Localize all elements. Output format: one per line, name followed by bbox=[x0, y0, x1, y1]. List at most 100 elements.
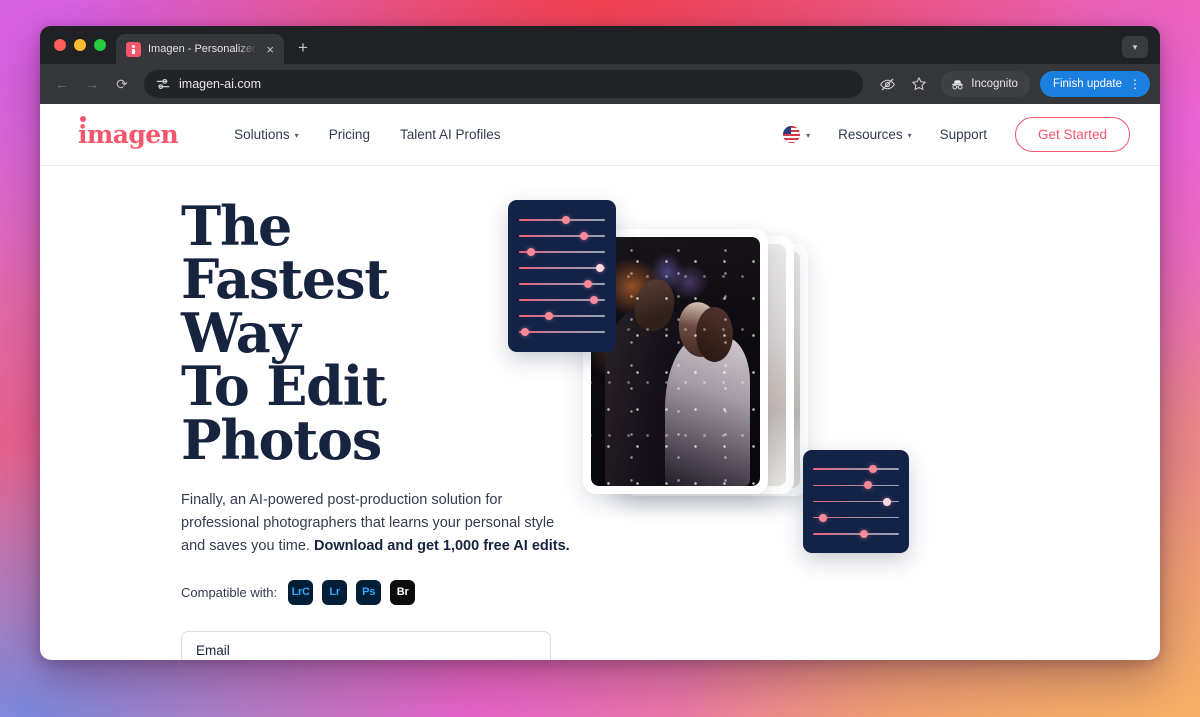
logo-dot-icon bbox=[80, 116, 86, 122]
headline-line-2: To Edit Photos bbox=[181, 354, 387, 472]
slider-knob[interactable] bbox=[545, 312, 554, 320]
browser-menu-icon[interactable]: ⋮ bbox=[1129, 78, 1141, 90]
imagen-favicon-icon bbox=[126, 41, 141, 57]
us-flag-icon bbox=[783, 126, 801, 143]
browser-tab[interactable]: Imagen - Personalized AI Pho × bbox=[116, 34, 284, 64]
lightroom-badge-icon: Lr bbox=[322, 579, 348, 605]
slider-knob[interactable] bbox=[580, 232, 589, 240]
incognito-hat-icon bbox=[952, 79, 964, 89]
minimize-window-button[interactable] bbox=[74, 39, 86, 51]
slider-knob[interactable] bbox=[819, 513, 828, 522]
compatible-with-label: Compatible with: bbox=[181, 584, 278, 600]
eye-off-icon[interactable] bbox=[873, 70, 901, 98]
slider-knob[interactable] bbox=[562, 216, 571, 224]
chevron-down-icon: ▾ bbox=[806, 131, 811, 140]
incognito-indicator[interactable]: Incognito bbox=[941, 71, 1030, 97]
site-header: imagen Solutions ▾ Pricing Talent AI Pro… bbox=[40, 104, 1160, 166]
slider-track bbox=[813, 468, 899, 470]
imagen-logo[interactable]: imagen bbox=[78, 116, 179, 149]
close-window-button[interactable] bbox=[54, 39, 66, 51]
address-bar[interactable]: imagen-ai.com bbox=[144, 70, 864, 98]
slider-row[interactable] bbox=[813, 510, 899, 526]
site-settings-tune-icon[interactable] bbox=[156, 77, 170, 91]
slider-row[interactable] bbox=[519, 228, 605, 244]
slider-track bbox=[519, 331, 605, 333]
bookmark-star-icon[interactable] bbox=[905, 70, 933, 98]
hero-copy: The Fastest Way To Edit Photos Finally, … bbox=[78, 199, 570, 660]
photoshop-badge-icon: Ps bbox=[356, 579, 382, 605]
chevron-down-icon: ▾ bbox=[907, 131, 912, 140]
slider-row[interactable] bbox=[813, 493, 899, 509]
bridge-badge-icon: Br bbox=[390, 579, 416, 605]
nav-item-pricing[interactable]: Pricing bbox=[329, 127, 370, 142]
maximize-window-button[interactable] bbox=[94, 39, 106, 51]
page-title: The Fastest Way To Edit Photos bbox=[181, 199, 508, 467]
slider-row[interactable] bbox=[519, 292, 605, 308]
new-tab-button[interactable]: + bbox=[284, 39, 320, 64]
bokeh-overlay bbox=[591, 237, 760, 486]
window-traffic-lights bbox=[40, 26, 116, 64]
finish-update-button[interactable]: Finish update ⋮ bbox=[1039, 71, 1150, 97]
finish-update-label: Finish update bbox=[1052, 78, 1122, 90]
slider-row[interactable] bbox=[519, 212, 605, 228]
slider-track bbox=[519, 267, 605, 269]
nav-item-support-label: Support bbox=[939, 127, 987, 142]
slider-row[interactable] bbox=[519, 276, 605, 292]
slider-knob[interactable] bbox=[521, 328, 530, 336]
page-viewport: imagen Solutions ▾ Pricing Talent AI Pro… bbox=[40, 104, 1160, 660]
slider-knob[interactable] bbox=[859, 529, 868, 538]
nav-item-resources[interactable]: Resources ▾ bbox=[838, 127, 912, 142]
slider-row[interactable] bbox=[519, 308, 605, 324]
nav-item-solutions[interactable]: Solutions ▾ bbox=[234, 127, 299, 142]
tab-search-chevron-down-icon[interactable]: ▾ bbox=[1122, 36, 1148, 58]
slider-track bbox=[519, 283, 605, 285]
email-input[interactable] bbox=[181, 630, 551, 660]
logo-text: imagen bbox=[78, 120, 179, 149]
slider-track bbox=[519, 315, 605, 317]
slider-row[interactable] bbox=[813, 477, 899, 493]
editing-sliders-panel-bottom bbox=[803, 450, 909, 553]
browser-window: Imagen - Personalized AI Pho × + ▾ ← → ⟳… bbox=[40, 26, 1160, 660]
toolbar-actions: Incognito Finish update ⋮ bbox=[873, 70, 1150, 98]
language-selector[interactable]: ▾ bbox=[783, 126, 810, 143]
editing-sliders-panel-top bbox=[508, 200, 616, 352]
slider-row[interactable] bbox=[519, 244, 605, 260]
nav-item-talent-ai-profiles[interactable]: Talent AI Profiles bbox=[400, 127, 501, 142]
compatible-apps-row: Compatible with: LrC Lr Ps Br bbox=[181, 579, 508, 605]
browser-tab-strip: Imagen - Personalized AI Pho × + ▾ bbox=[40, 26, 1160, 64]
address-bar-url: imagen-ai.com bbox=[179, 77, 261, 91]
nav-item-resources-label: Resources bbox=[838, 127, 903, 142]
hero-visual bbox=[508, 200, 1122, 600]
slider-knob[interactable] bbox=[589, 296, 598, 304]
slider-row[interactable] bbox=[813, 526, 899, 542]
slider-track bbox=[813, 484, 899, 486]
reload-icon[interactable]: ⟳ bbox=[108, 70, 136, 98]
slider-knob[interactable] bbox=[864, 481, 873, 490]
tab-title: Imagen - Personalized AI Pho bbox=[148, 43, 258, 55]
nav-item-pricing-label: Pricing bbox=[328, 127, 370, 142]
lightroom-classic-badge-icon: LrC bbox=[288, 579, 314, 605]
close-tab-icon[interactable]: × bbox=[264, 43, 276, 56]
nav-item-support[interactable]: Support bbox=[940, 127, 987, 142]
nav-item-talent-label: Talent AI Profiles bbox=[399, 127, 501, 142]
back-arrow-icon[interactable]: ← bbox=[48, 70, 76, 98]
nav-item-solutions-label: Solutions bbox=[234, 127, 290, 142]
slider-track bbox=[813, 533, 899, 535]
slider-knob[interactable] bbox=[595, 264, 604, 272]
header-get-started-button[interactable]: Get Started bbox=[1014, 117, 1130, 152]
slider-row[interactable] bbox=[813, 461, 899, 477]
slider-row[interactable] bbox=[519, 324, 605, 340]
chevron-down-icon: ▾ bbox=[294, 131, 299, 140]
forward-arrow-icon[interactable]: → bbox=[78, 70, 106, 98]
slider-knob[interactable] bbox=[882, 497, 891, 506]
slider-knob[interactable] bbox=[869, 465, 878, 474]
slider-row[interactable] bbox=[519, 260, 605, 276]
slider-knob[interactable] bbox=[527, 248, 536, 256]
hero-section: The Fastest Way To Edit Photos Finally, … bbox=[40, 166, 1160, 660]
incognito-label: Incognito bbox=[971, 78, 1018, 90]
browser-toolbar: ← → ⟳ imagen-ai.com Incognito Finish upd… bbox=[40, 64, 1160, 104]
slider-knob[interactable] bbox=[583, 280, 592, 288]
primary-nav: Solutions ▾ Pricing Talent AI Profiles bbox=[234, 127, 500, 142]
wedding-couple-photo bbox=[591, 237, 760, 486]
secondary-nav: ▾ Resources ▾ Support Get Started bbox=[783, 117, 1130, 152]
